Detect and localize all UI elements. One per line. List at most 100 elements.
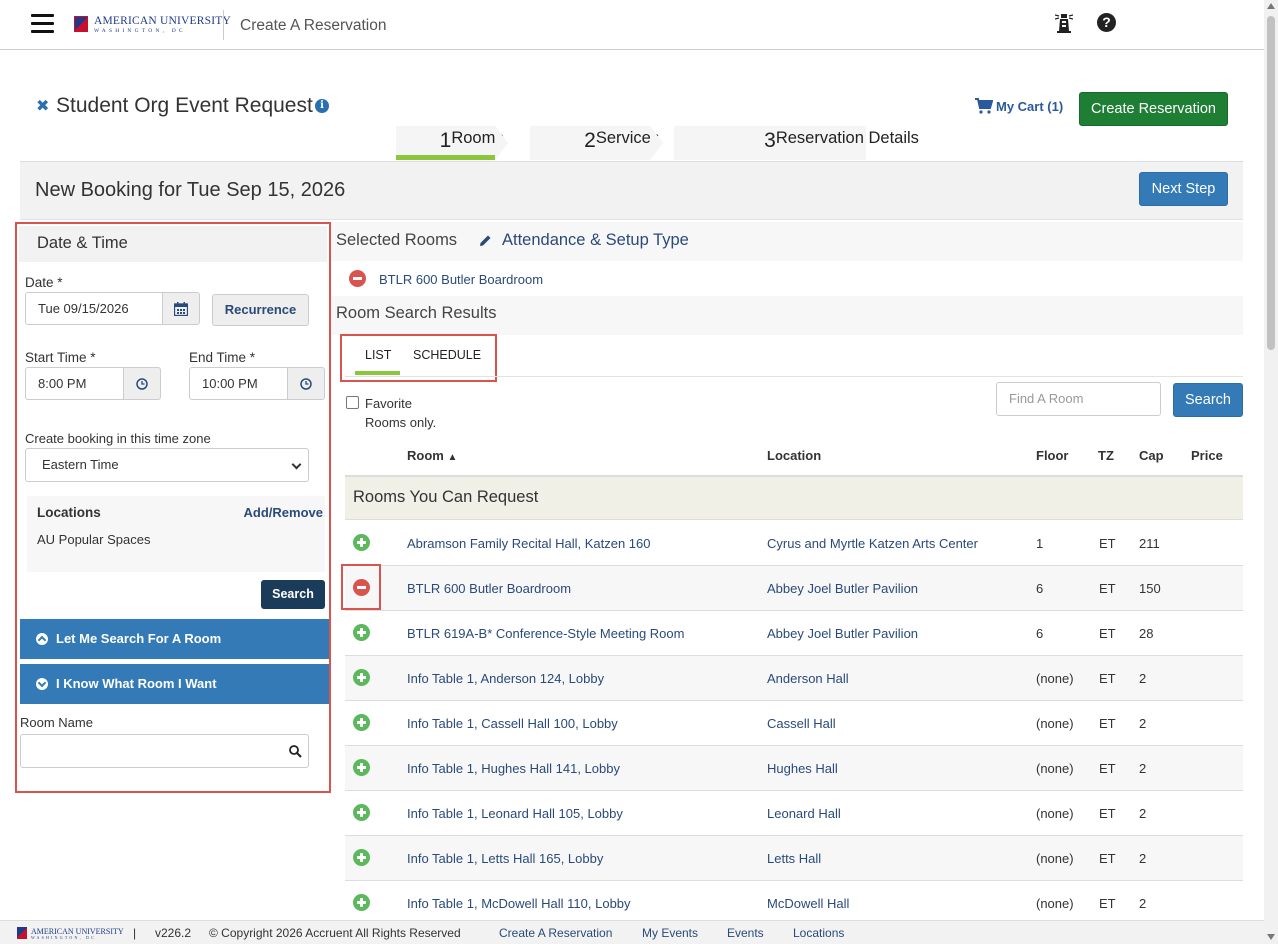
create-reservation-button[interactable]: Create Reservation	[1079, 92, 1228, 126]
footer-link-locations[interactable]: Locations	[793, 926, 844, 940]
search-button[interactable]: Search	[1173, 383, 1243, 417]
chevron-up-circle-icon	[36, 633, 48, 645]
add-room-icon[interactable]	[353, 759, 370, 776]
room-name-label: Room Name	[20, 715, 93, 730]
lighthouse-icon[interactable]	[1055, 12, 1073, 33]
pencil-icon[interactable]	[479, 234, 492, 247]
add-room-icon[interactable]	[353, 894, 370, 911]
location-link[interactable]: Abbey Joel Butler Pavilion	[767, 581, 918, 596]
location-link[interactable]: Letts Hall	[767, 851, 821, 866]
tab-schedule[interactable]: SCHEDULE	[413, 348, 481, 362]
location-link[interactable]: Anderson Hall	[767, 671, 849, 686]
column-header-room[interactable]: Room ▲	[407, 448, 457, 463]
search-icon	[289, 745, 302, 758]
selected-rooms-title: Selected Rooms	[336, 231, 458, 249]
sort-ascending-icon: ▲	[447, 452, 458, 463]
let-me-search-accordion[interactable]: Let Me Search For A Room	[20, 619, 329, 659]
add-room-icon[interactable]	[353, 534, 370, 551]
timezone-select[interactable]: Eastern Time	[25, 448, 309, 482]
footer-link-my-events[interactable]: My Events	[642, 926, 698, 940]
room-name-link[interactable]: Info Table 1, McDowell Hall 110, Lobby	[407, 896, 631, 911]
table-row: Info Table 1, McDowell Hall 110, Lobby M…	[345, 881, 1243, 920]
room-name-link[interactable]: BTLR 619A-B* Conference-Style Meeting Ro…	[407, 626, 684, 641]
scrollbar-thumb[interactable]	[1267, 16, 1275, 350]
room-name-link[interactable]: Info Table 1, Leonard Hall 105, Lobby	[407, 806, 623, 821]
close-icon[interactable]: ✖	[36, 98, 49, 116]
footer-link-create-reservation[interactable]: Create A Reservation	[499, 926, 612, 940]
table-row: Info Table 1, Anderson 124, Lobby Anders…	[345, 656, 1243, 701]
footer-link-events[interactable]: Events	[727, 926, 764, 940]
date-input[interactable]: Tue 09/15/2026	[25, 292, 163, 325]
end-time-picker-button[interactable]	[287, 367, 325, 400]
column-header-price[interactable]: Price	[1191, 448, 1223, 463]
room-name-link[interactable]: Info Table 1, Anderson 124, Lobby	[407, 671, 604, 686]
floor-cell: 6	[1036, 581, 1044, 596]
column-header-tz[interactable]: TZ	[1098, 448, 1114, 463]
find-room-input[interactable]: Find A Room	[996, 382, 1161, 416]
favorite-rooms-checkbox[interactable]	[346, 396, 359, 409]
column-header-floor[interactable]: Floor	[1036, 448, 1069, 463]
table-row: Abramson Family Recital Hall, Katzen 160…	[345, 521, 1243, 566]
add-room-icon[interactable]	[353, 669, 370, 686]
page-title: Student Org Event Request	[56, 94, 313, 117]
room-name-link[interactable]: Abramson Family Recital Hall, Katzen 160	[407, 536, 651, 551]
location-link[interactable]: Cyrus and Myrtle Katzen Arts Center	[767, 536, 978, 551]
scroll-up-arrow-icon[interactable]	[1267, 3, 1275, 9]
help-icon[interactable]: ?	[1097, 13, 1116, 32]
step-services[interactable]: 2 Services	[530, 126, 659, 160]
add-room-icon[interactable]	[353, 624, 370, 641]
end-time-input[interactable]: 10:00 PM	[189, 367, 288, 400]
table-row: Info Table 1, Hughes Hall 141, Lobby Hug…	[345, 746, 1243, 791]
room-search-results-header: Room Search Results	[331, 296, 1243, 335]
cap-cell: 150	[1139, 581, 1161, 596]
step-rooms[interactable]: 1 Rooms	[396, 126, 504, 160]
selected-room-name[interactable]: BTLR 600 Butler Boardroom	[379, 272, 543, 287]
start-time-picker-button[interactable]	[123, 367, 161, 400]
add-room-icon[interactable]	[353, 804, 370, 821]
floor-cell: (none)	[1036, 896, 1074, 911]
active-step-indicator	[396, 155, 495, 160]
add-remove-locations-link[interactable]: Add/Remove	[244, 505, 323, 520]
tz-cell: ET	[1099, 716, 1116, 731]
clock-icon	[136, 378, 148, 390]
end-time-label: End Time *	[189, 350, 256, 365]
room-name-link[interactable]: BTLR 600 Butler Boardroom	[407, 581, 571, 596]
next-step-button[interactable]: Next Step	[1139, 172, 1228, 206]
info-icon[interactable]: i	[315, 99, 329, 113]
room-name-link[interactable]: Info Table 1, Cassell Hall 100, Lobby	[407, 716, 618, 731]
add-room-icon[interactable]	[353, 714, 370, 731]
column-header-location[interactable]: Location	[767, 448, 821, 463]
location-link[interactable]: Abbey Joel Butler Pavilion	[767, 626, 918, 641]
tz-cell: ET	[1099, 761, 1116, 776]
location-link[interactable]: Cassell Hall	[767, 716, 836, 731]
cap-cell: 211	[1139, 536, 1160, 551]
step-reservation-details[interactable]: 3 Reservation Details	[674, 126, 919, 160]
floor-cell: (none)	[1036, 806, 1074, 821]
calendar-button[interactable]	[162, 292, 200, 325]
room-name-link[interactable]: Info Table 1, Letts Hall 165, Lobby	[407, 851, 603, 866]
group-header-row: Rooms You Can Request	[345, 477, 1243, 520]
location-link[interactable]: Leonard Hall	[767, 806, 841, 821]
american-university-logo[interactable]: AMERICAN UNIVERSITY WASHINGTON, DC	[74, 15, 231, 35]
room-name-input[interactable]	[20, 734, 309, 768]
start-time-input[interactable]: 8:00 PM	[25, 367, 124, 400]
tab-list[interactable]: LIST	[365, 348, 391, 362]
left-search-button[interactable]: Search	[261, 580, 325, 609]
hamburger-menu-icon[interactable]	[31, 14, 54, 34]
remove-room-icon[interactable]	[349, 270, 366, 287]
scroll-down-arrow-icon[interactable]	[1267, 934, 1275, 940]
room-name-link[interactable]: Info Table 1, Hughes Hall 141, Lobby	[407, 761, 620, 776]
my-cart-link[interactable]: My Cart (1)	[975, 98, 1063, 114]
location-link[interactable]: McDowell Hall	[767, 896, 849, 911]
recurrence-button[interactable]: Recurrence	[212, 294, 309, 326]
attendance-setup-link[interactable]: Attendance & Setup Type	[502, 231, 689, 250]
page-scrollbar[interactable]	[1264, 0, 1278, 944]
i-know-room-accordion[interactable]: I Know What Room I Want	[20, 664, 329, 704]
booking-header: New Booking for Tue Sep 15, 2026 Next St…	[20, 162, 1243, 220]
floor-cell: (none)	[1036, 671, 1074, 686]
add-room-icon[interactable]	[353, 849, 370, 866]
column-header-cap[interactable]: Cap	[1139, 448, 1164, 463]
cap-cell: 2	[1139, 716, 1147, 731]
footer-logo: AMERICAN UNIVERSITY WASHINGTON, DC	[17, 927, 124, 940]
location-link[interactable]: Hughes Hall	[767, 761, 838, 776]
